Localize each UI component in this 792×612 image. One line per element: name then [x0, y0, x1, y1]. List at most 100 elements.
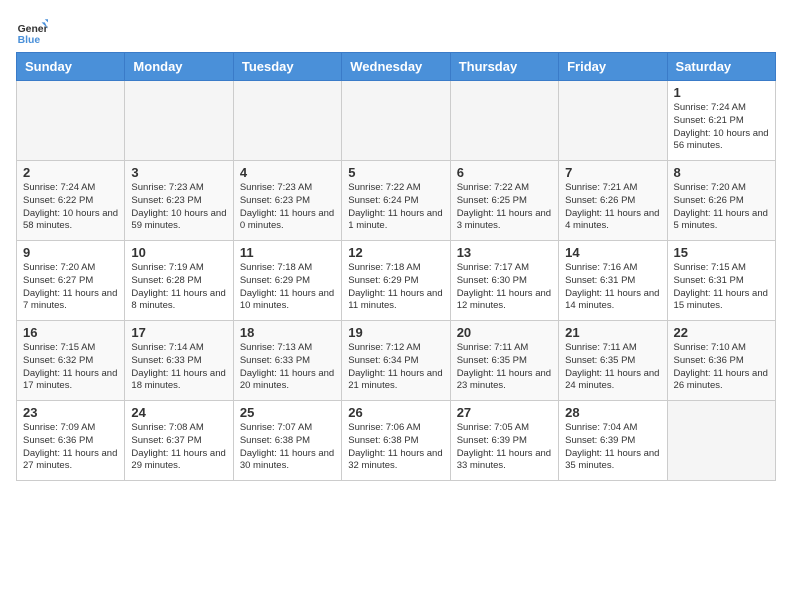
- day-info: Sunrise: 7:16 AM Sunset: 6:31 PM Dayligh…: [565, 262, 660, 313]
- day-number: 26: [348, 405, 443, 420]
- calendar-day-cell: 12 Sunrise: 7:18 AM Sunset: 6:29 PM Dayli…: [342, 241, 450, 321]
- calendar-day-cell: [233, 81, 341, 161]
- calendar-day-cell: 7 Sunrise: 7:21 AM Sunset: 6:26 PM Daylig…: [559, 161, 667, 241]
- calendar-day-cell: 9Sunrise: 7:20 AM Sunset: 6:27 PM Daylig…: [17, 241, 125, 321]
- day-number: 16: [23, 325, 118, 340]
- svg-text:General: General: [18, 24, 48, 35]
- calendar-day-cell: 20 Sunrise: 7:11 AM Sunset: 6:35 PM Dayli…: [450, 321, 558, 401]
- day-info: Sunrise: 7:23 AM Sunset: 6:23 PM Dayligh…: [240, 182, 335, 233]
- calendar-day-cell: 8 Sunrise: 7:20 AM Sunset: 6:26 PM Daylig…: [667, 161, 775, 241]
- day-info: Sunrise: 7:10 AM Sunset: 6:36 PM Dayligh…: [674, 342, 769, 393]
- calendar-day-cell: [125, 81, 233, 161]
- day-info: Sunrise: 7:20 AM Sunset: 6:26 PM Dayligh…: [674, 182, 769, 233]
- day-info: Sunrise: 7:09 AM Sunset: 6:36 PM Dayligh…: [23, 422, 118, 473]
- calendar-week-row: 9Sunrise: 7:20 AM Sunset: 6:27 PM Daylig…: [17, 241, 776, 321]
- calendar-week-row: 1Sunrise: 7:24 AM Sunset: 6:21 PM Daylig…: [17, 81, 776, 161]
- day-info: Sunrise: 7:24 AM Sunset: 6:22 PM Dayligh…: [23, 182, 118, 233]
- page-header: General Blue: [16, 16, 776, 48]
- day-info: Sunrise: 7:22 AM Sunset: 6:25 PM Dayligh…: [457, 182, 552, 233]
- calendar-day-cell: 27 Sunrise: 7:05 AM Sunset: 6:39 PM Dayli…: [450, 401, 558, 481]
- day-number: 8: [674, 165, 769, 180]
- weekday-header-cell: Wednesday: [342, 53, 450, 81]
- day-number: 15: [674, 245, 769, 260]
- calendar-day-cell: 19 Sunrise: 7:12 AM Sunset: 6:34 PM Dayli…: [342, 321, 450, 401]
- day-info: Sunrise: 7:19 AM Sunset: 6:28 PM Dayligh…: [131, 262, 226, 313]
- calendar-day-cell: 22 Sunrise: 7:10 AM Sunset: 6:36 PM Dayli…: [667, 321, 775, 401]
- calendar-day-cell: 18 Sunrise: 7:13 AM Sunset: 6:33 PM Dayli…: [233, 321, 341, 401]
- day-number: 13: [457, 245, 552, 260]
- calendar-day-cell: 6 Sunrise: 7:22 AM Sunset: 6:25 PM Daylig…: [450, 161, 558, 241]
- day-info: Sunrise: 7:18 AM Sunset: 6:29 PM Dayligh…: [348, 262, 443, 313]
- day-info: Sunrise: 7:24 AM Sunset: 6:21 PM Dayligh…: [674, 102, 769, 153]
- calendar-table: SundayMondayTuesdayWednesdayThursdayFrid…: [16, 52, 776, 481]
- calendar-day-cell: 1Sunrise: 7:24 AM Sunset: 6:21 PM Daylig…: [667, 81, 775, 161]
- day-number: 4: [240, 165, 335, 180]
- day-number: 27: [457, 405, 552, 420]
- calendar-day-cell: 15 Sunrise: 7:15 AM Sunset: 6:31 PM Dayli…: [667, 241, 775, 321]
- day-info: Sunrise: 7:12 AM Sunset: 6:34 PM Dayligh…: [348, 342, 443, 393]
- weekday-header-cell: Sunday: [17, 53, 125, 81]
- day-number: 12: [348, 245, 443, 260]
- logo-area: General Blue: [16, 16, 52, 48]
- day-info: Sunrise: 7:18 AM Sunset: 6:29 PM Dayligh…: [240, 262, 335, 313]
- calendar-day-cell: 17 Sunrise: 7:14 AM Sunset: 6:33 PM Dayli…: [125, 321, 233, 401]
- day-number: 28: [565, 405, 660, 420]
- day-info: Sunrise: 7:08 AM Sunset: 6:37 PM Dayligh…: [131, 422, 226, 473]
- day-info: Sunrise: 7:07 AM Sunset: 6:38 PM Dayligh…: [240, 422, 335, 473]
- day-number: 18: [240, 325, 335, 340]
- day-info: Sunrise: 7:05 AM Sunset: 6:39 PM Dayligh…: [457, 422, 552, 473]
- day-number: 20: [457, 325, 552, 340]
- day-number: 3: [131, 165, 226, 180]
- day-number: 24: [131, 405, 226, 420]
- calendar-week-row: 23 Sunrise: 7:09 AM Sunset: 6:36 PM Dayli…: [17, 401, 776, 481]
- calendar-day-cell: 14 Sunrise: 7:16 AM Sunset: 6:31 PM Dayli…: [559, 241, 667, 321]
- day-info: Sunrise: 7:21 AM Sunset: 6:26 PM Dayligh…: [565, 182, 660, 233]
- calendar-day-cell: 11 Sunrise: 7:18 AM Sunset: 6:29 PM Dayli…: [233, 241, 341, 321]
- calendar-day-cell: 28 Sunrise: 7:04 AM Sunset: 6:39 PM Dayli…: [559, 401, 667, 481]
- calendar-day-cell: 13 Sunrise: 7:17 AM Sunset: 6:30 PM Dayli…: [450, 241, 558, 321]
- day-info: Sunrise: 7:04 AM Sunset: 6:39 PM Dayligh…: [565, 422, 660, 473]
- logo-icon: General Blue: [16, 16, 48, 48]
- calendar-day-cell: 10Sunrise: 7:19 AM Sunset: 6:28 PM Dayli…: [125, 241, 233, 321]
- day-number: 21: [565, 325, 660, 340]
- calendar-day-cell: [667, 401, 775, 481]
- calendar-day-cell: 5 Sunrise: 7:22 AM Sunset: 6:24 PM Daylig…: [342, 161, 450, 241]
- day-number: 5: [348, 165, 443, 180]
- calendar-day-cell: [559, 81, 667, 161]
- day-number: 19: [348, 325, 443, 340]
- day-info: Sunrise: 7:23 AM Sunset: 6:23 PM Dayligh…: [131, 182, 226, 233]
- weekday-header-cell: Tuesday: [233, 53, 341, 81]
- day-number: 14: [565, 245, 660, 260]
- day-number: 17: [131, 325, 226, 340]
- calendar-day-cell: 21 Sunrise: 7:11 AM Sunset: 6:35 PM Dayli…: [559, 321, 667, 401]
- day-info: Sunrise: 7:17 AM Sunset: 6:30 PM Dayligh…: [457, 262, 552, 313]
- day-info: Sunrise: 7:13 AM Sunset: 6:33 PM Dayligh…: [240, 342, 335, 393]
- day-info: Sunrise: 7:15 AM Sunset: 6:31 PM Dayligh…: [674, 262, 769, 313]
- day-number: 11: [240, 245, 335, 260]
- day-number: 25: [240, 405, 335, 420]
- day-number: 23: [23, 405, 118, 420]
- day-number: 2: [23, 165, 118, 180]
- weekday-header-row: SundayMondayTuesdayWednesdayThursdayFrid…: [17, 53, 776, 81]
- day-info: Sunrise: 7:11 AM Sunset: 6:35 PM Dayligh…: [565, 342, 660, 393]
- weekday-header-cell: Monday: [125, 53, 233, 81]
- day-info: Sunrise: 7:22 AM Sunset: 6:24 PM Dayligh…: [348, 182, 443, 233]
- day-number: 9: [23, 245, 118, 260]
- weekday-header-cell: Thursday: [450, 53, 558, 81]
- day-info: Sunrise: 7:14 AM Sunset: 6:33 PM Dayligh…: [131, 342, 226, 393]
- day-info: Sunrise: 7:15 AM Sunset: 6:32 PM Dayligh…: [23, 342, 118, 393]
- day-number: 22: [674, 325, 769, 340]
- day-info: Sunrise: 7:11 AM Sunset: 6:35 PM Dayligh…: [457, 342, 552, 393]
- day-number: 7: [565, 165, 660, 180]
- calendar-day-cell: 25 Sunrise: 7:07 AM Sunset: 6:38 PM Dayli…: [233, 401, 341, 481]
- calendar-day-cell: 24 Sunrise: 7:08 AM Sunset: 6:37 PM Dayli…: [125, 401, 233, 481]
- weekday-header-cell: Saturday: [667, 53, 775, 81]
- calendar-body: 1Sunrise: 7:24 AM Sunset: 6:21 PM Daylig…: [17, 81, 776, 481]
- calendar-day-cell: 3 Sunrise: 7:23 AM Sunset: 6:23 PM Daylig…: [125, 161, 233, 241]
- calendar-day-cell: [17, 81, 125, 161]
- day-number: 6: [457, 165, 552, 180]
- calendar-day-cell: 4 Sunrise: 7:23 AM Sunset: 6:23 PM Daylig…: [233, 161, 341, 241]
- calendar-day-cell: 26Sunrise: 7:06 AM Sunset: 6:38 PM Dayli…: [342, 401, 450, 481]
- calendar-day-cell: 2 Sunrise: 7:24 AM Sunset: 6:22 PM Daylig…: [17, 161, 125, 241]
- calendar-day-cell: [342, 81, 450, 161]
